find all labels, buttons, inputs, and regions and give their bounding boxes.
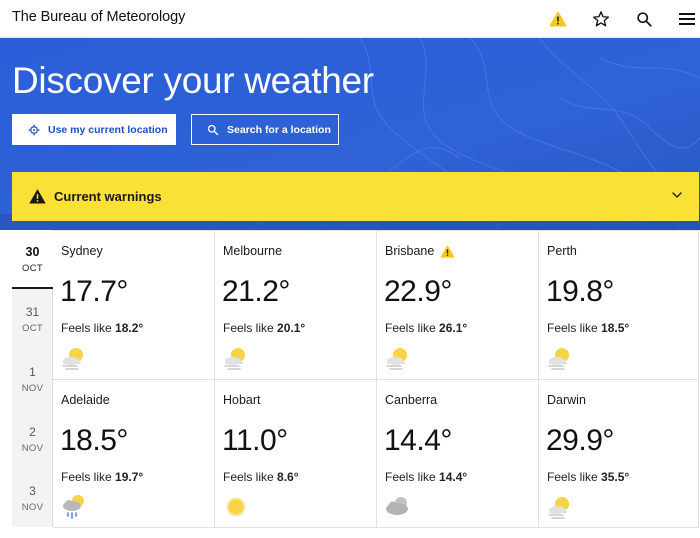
feels-like: Feels like 19.7° [61, 470, 143, 484]
feels-like-value: 18.5° [601, 321, 630, 335]
feels-like-label: Feels like [547, 321, 598, 335]
feels-like: Feels like 20.1° [223, 321, 305, 335]
day-number: 30 [25, 245, 40, 259]
current-warnings-accordion[interactable]: Current warnings [12, 172, 699, 221]
showers-icon [63, 495, 84, 519]
city-card-darwin[interactable]: Darwin 29.9° Feels like 35.5° [539, 380, 699, 528]
current-temperature: 11.0° [222, 424, 288, 457]
hero-title: Discover your weather [12, 60, 374, 101]
city-name: Melbourne [223, 244, 283, 258]
feels-like-label: Feels like [385, 470, 436, 484]
current-warnings-label: Current warnings [54, 189, 162, 204]
feels-like: Feels like 8.6° [223, 470, 299, 484]
city-forecast-grid: Sydney 17.7° Feels like 18.2° Melbourne … [53, 230, 699, 528]
day-number: 31 [25, 305, 40, 319]
feels-like-value: 19.7° [115, 470, 144, 484]
use-current-location-label: Use my current location [48, 123, 168, 136]
city-name: Sydney [61, 244, 103, 258]
current-temperature: 17.7° [60, 275, 128, 308]
feels-like: Feels like 18.2° [61, 321, 143, 335]
city-name: Brisbane [385, 244, 435, 258]
feels-like-value: 35.5° [601, 470, 630, 484]
feels-like-label: Feels like [385, 321, 436, 335]
day-number: 3 [29, 484, 36, 498]
current-temperature: 29.9° [546, 424, 614, 457]
city-name: Canberra [385, 393, 438, 407]
warning-icon [440, 244, 455, 258]
city-card-sydney[interactable]: Sydney 17.7° Feels like 18.2° [53, 231, 215, 380]
day-month: NOV [21, 502, 44, 513]
current-temperature: 18.5° [60, 424, 128, 457]
city-card-adelaide[interactable]: Adelaide 18.5° Feels like 19.7° [53, 380, 215, 528]
current-temperature: 21.2° [222, 275, 290, 308]
feels-like-value: 20.1° [277, 321, 306, 335]
day-tab-4[interactable]: 3 NOV [12, 469, 53, 527]
day-number: 1 [29, 365, 36, 379]
mostly-sunny-icon [386, 348, 407, 370]
use-current-location-button[interactable]: Use my current location [12, 114, 176, 145]
feels-like: Feels like 18.5° [547, 321, 629, 335]
day-tab-2[interactable]: 1 NOV [12, 349, 53, 409]
feels-like-value: 14.4° [439, 470, 468, 484]
feels-like-label: Feels like [223, 470, 274, 484]
day-tab-3[interactable]: 2 NOV [12, 409, 53, 469]
feels-like: Feels like 35.5° [547, 470, 629, 484]
brand-name[interactable]: The Bureau of Meteorology [12, 9, 185, 25]
day-tab-1[interactable]: 31 OCT [12, 289, 53, 349]
mostly-sunny-icon [62, 348, 83, 370]
crosshair-icon [28, 124, 40, 135]
warning-icon [29, 189, 46, 204]
mostly-sunny-icon [548, 497, 569, 519]
chevron-down-icon [672, 192, 682, 198]
cloudy-icon [386, 497, 408, 515]
day-month: OCT [22, 323, 43, 334]
day-number: 2 [29, 425, 36, 439]
city-card-melbourne[interactable]: Melbourne 21.2° Feels like 20.1° [215, 231, 377, 380]
search-icon [207, 124, 219, 135]
feels-like-label: Feels like [547, 470, 598, 484]
current-temperature: 22.9° [384, 275, 452, 308]
mostly-sunny-icon [224, 348, 245, 370]
city-card-perth[interactable]: Perth 19.8° Feels like 18.5° [539, 231, 699, 380]
mostly-sunny-icon [548, 348, 569, 370]
city-name: Hobart [223, 393, 261, 407]
feels-like-value: 8.6° [277, 470, 299, 484]
current-temperature: 14.4° [384, 424, 452, 457]
feels-like-value: 18.2° [115, 321, 144, 335]
day-month: NOV [21, 383, 44, 394]
current-temperature: 19.8° [546, 275, 614, 308]
search-location-button[interactable]: Search for a location [191, 114, 339, 145]
city-name: Perth [547, 244, 577, 258]
star-icon[interactable] [589, 7, 613, 31]
city-name-row: Brisbane [385, 244, 455, 258]
feels-like-label: Feels like [223, 321, 274, 335]
city-card-hobart[interactable]: Hobart 11.0° Feels like 8.6° [215, 380, 377, 528]
search-icon[interactable] [632, 7, 656, 31]
feels-like-label: Feels like [61, 470, 112, 484]
feels-like-label: Feels like [61, 321, 112, 335]
menu-icon[interactable] [675, 7, 699, 31]
sunny-icon [226, 497, 246, 517]
city-card-canberra[interactable]: Canberra 14.4° Feels like 14.4° [377, 380, 539, 528]
top-bar: The Bureau of Meteorology [0, 0, 700, 38]
feels-like: Feels like 14.4° [385, 470, 467, 484]
city-name: Adelaide [61, 393, 110, 407]
feels-like-value: 26.1° [439, 321, 468, 335]
search-location-label: Search for a location [227, 123, 331, 136]
warning-icon[interactable] [546, 7, 570, 31]
city-name: Darwin [547, 393, 586, 407]
day-selector: 30 OCT 31 OCT 1 NOV 2 NOV 3 NOV [12, 230, 53, 527]
day-month: OCT [22, 263, 43, 274]
day-tab-0[interactable]: 30 OCT [12, 230, 53, 289]
day-month: NOV [21, 443, 44, 454]
city-card-brisbane[interactable]: Brisbane 22.9° Feels like 26.1° [377, 231, 539, 380]
feels-like: Feels like 26.1° [385, 321, 467, 335]
